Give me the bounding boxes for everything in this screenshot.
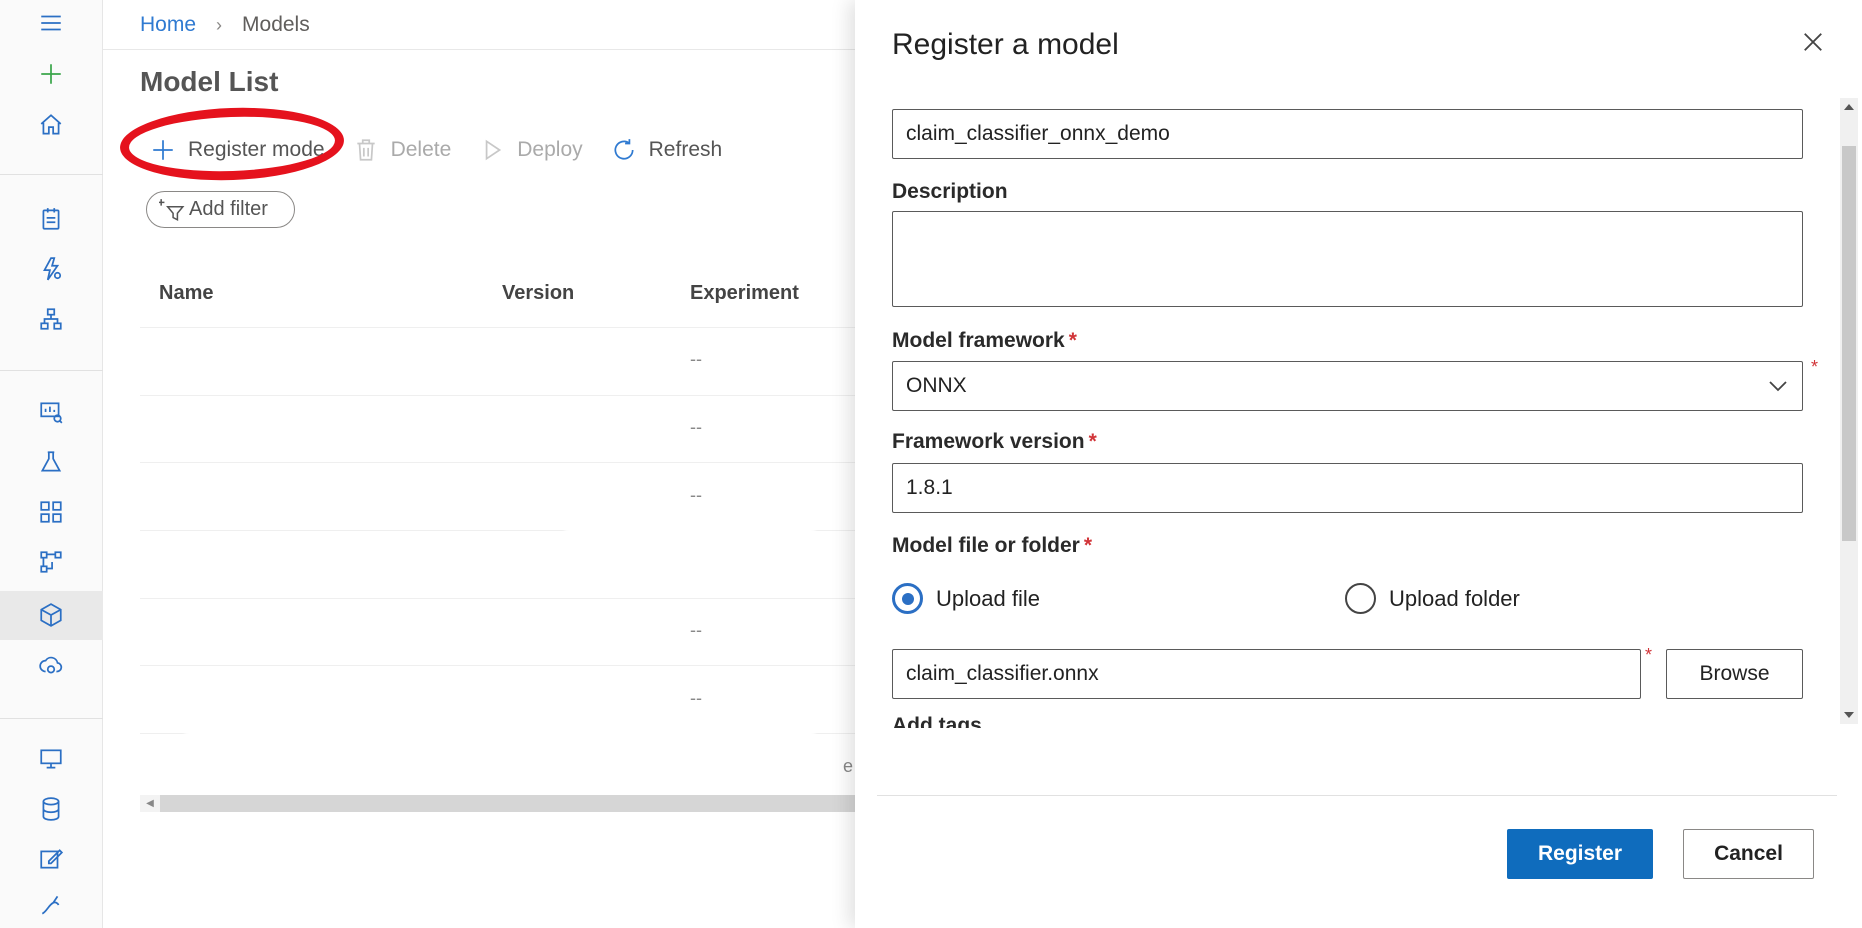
upload-file-radio[interactable]: Upload file (892, 583, 1040, 614)
column-header-name[interactable]: Name (159, 282, 213, 305)
breadcrumb-chevron-icon: › (216, 14, 223, 35)
column-header-experiment[interactable]: Experiment (690, 282, 799, 305)
framework-version-label-text: Framework version (892, 430, 1085, 453)
framework-label-text: Model framework (892, 329, 1065, 352)
refresh-button[interactable]: Refresh (611, 137, 723, 163)
model-file-label: Model file or folder * (892, 534, 1092, 558)
description-label: Description (892, 180, 1008, 203)
chevron-down-icon (1769, 381, 1787, 392)
models-icon[interactable] (34, 598, 68, 632)
breadcrumb: Home › Models (140, 10, 310, 40)
page-title: Model List (140, 66, 279, 97)
linked-services-icon[interactable] (34, 890, 68, 920)
framework-dropdown[interactable]: ONNX (892, 361, 1803, 411)
home-icon[interactable] (34, 108, 68, 142)
pipelines-icon-2[interactable] (34, 545, 68, 579)
add-filter-label: Add filter (189, 198, 268, 220)
framework-label: Model framework * (892, 329, 1077, 353)
compute-icon[interactable] (34, 742, 68, 776)
play-icon (485, 139, 502, 161)
automl-icon[interactable] (34, 252, 68, 286)
table-cell-experiment: -- (690, 688, 702, 708)
breadcrumb-divider (103, 49, 863, 50)
table-row-divider (140, 665, 860, 666)
redaction-blob (160, 733, 840, 799)
datasets-icon[interactable] (34, 395, 68, 429)
designer-icon[interactable] (34, 302, 68, 336)
datastores-icon[interactable] (34, 792, 68, 826)
experiments-icon[interactable] (34, 445, 68, 479)
model-name-input[interactable]: claim_classifier_onnx_demo (892, 109, 1803, 159)
nav-divider (0, 718, 103, 719)
data-labeling-icon[interactable] (34, 842, 68, 876)
breadcrumb-home-link[interactable]: Home (140, 13, 196, 37)
close-icon (1804, 33, 1822, 51)
panel-vertical-scrollbar[interactable] (1840, 98, 1858, 724)
menu-icon[interactable] (34, 6, 68, 40)
upload-folder-radio[interactable]: Upload folder (1345, 583, 1520, 614)
framework-version-label: Framework version * (892, 430, 1097, 454)
browse-button[interactable]: Browse (1666, 649, 1803, 699)
required-marker: * (1068, 329, 1077, 352)
plus-icon[interactable] (34, 57, 68, 91)
table-cell-experiment: -- (690, 349, 702, 369)
refresh-label: Refresh (648, 138, 723, 161)
deploy-button[interactable]: Deploy (479, 137, 583, 163)
table-cell-experiment: -- (690, 417, 702, 437)
delete-button[interactable]: Delete (353, 137, 452, 163)
red-annotation-circle (118, 104, 346, 184)
register-model-panel: Register a model claim_classifier_onnx_d… (855, 0, 1862, 928)
cancel-button[interactable]: Cancel (1683, 829, 1814, 879)
nav-divider (0, 370, 103, 371)
deploy-label: Deploy (517, 138, 583, 161)
table-row-divider (140, 598, 860, 599)
filter-icon (159, 198, 185, 221)
scroll-down-arrow-icon[interactable] (1844, 712, 1854, 718)
panel-footer-divider (877, 795, 1837, 796)
radio-selected-icon[interactable] (892, 583, 923, 614)
table-cell-experiment: e (843, 756, 854, 776)
refresh-icon (614, 139, 634, 160)
nav-rail (0, 0, 103, 928)
model-file-input[interactable]: claim_classifier.onnx (892, 649, 1641, 699)
pipelines-icon[interactable] (34, 495, 68, 529)
table-cell-experiment: -- (690, 620, 702, 640)
framework-version-input[interactable]: 1.8.1 (892, 463, 1803, 513)
nav-divider (0, 174, 103, 175)
scroll-left-arrow-icon[interactable]: ◀ (140, 795, 160, 812)
radio-unselected-icon[interactable] (1345, 583, 1376, 614)
table-row-divider (140, 395, 860, 396)
table-row-divider (140, 327, 860, 328)
redaction-blob (540, 530, 840, 592)
description-textarea[interactable] (892, 211, 1803, 307)
required-marker: * (1088, 430, 1097, 453)
upload-file-label: Upload file (936, 585, 1040, 611)
delete-label: Delete (390, 138, 452, 161)
required-marker: * (1811, 357, 1819, 377)
horizontal-scrollbar[interactable]: ◀ (140, 795, 860, 812)
scrollbar-thumb[interactable] (1842, 146, 1856, 541)
panel-title: Register a model (892, 28, 1119, 61)
breadcrumb-current: Models (242, 13, 310, 36)
register-button[interactable]: Register (1507, 829, 1653, 879)
add-tags-label: Add tags (892, 714, 982, 728)
add-filter-button[interactable]: Add filter (146, 191, 295, 228)
table-cell-experiment: -- (690, 485, 702, 505)
table-row-divider (140, 462, 860, 463)
upload-folder-label: Upload folder (1389, 585, 1520, 611)
framework-value: ONNX (906, 374, 967, 397)
close-panel-button[interactable] (1797, 26, 1829, 58)
column-header-version[interactable]: Version (502, 282, 574, 305)
scroll-up-arrow-icon[interactable] (1844, 104, 1854, 110)
model-file-label-text: Model file or folder (892, 534, 1080, 557)
notebook-icon[interactable] (34, 202, 68, 236)
trash-icon (356, 139, 375, 161)
required-marker: * (1083, 534, 1093, 557)
endpoints-icon[interactable] (34, 648, 68, 682)
required-marker: * (1645, 645, 1653, 665)
